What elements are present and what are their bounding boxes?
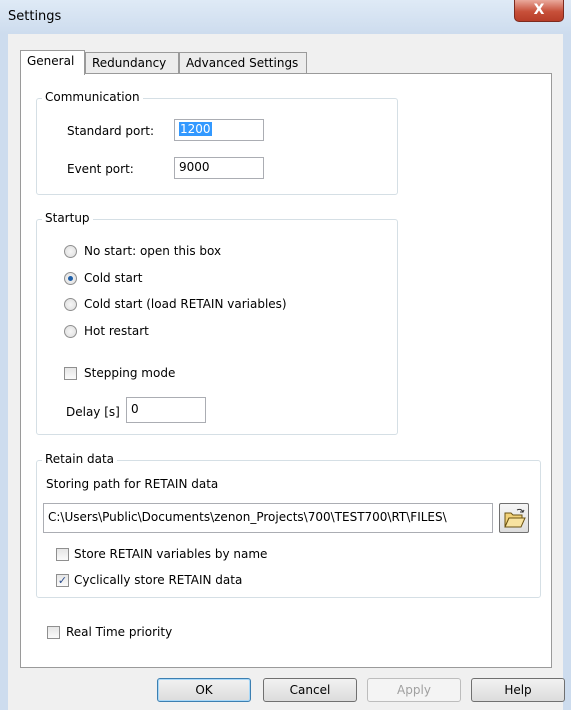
delay-input[interactable]: 0 — [126, 397, 206, 423]
stepping-mode-label: Stepping mode — [84, 366, 176, 380]
apply-button[interactable]: Apply — [367, 678, 461, 702]
startup-legend: Startup — [42, 211, 93, 225]
store-by-name-checkbox[interactable] — [56, 548, 69, 561]
folder-open-icon — [504, 508, 526, 528]
stepping-mode-checkbox[interactable] — [64, 367, 77, 380]
retain-path-label: Storing path for RETAIN data — [46, 477, 219, 491]
ok-button[interactable]: OK — [157, 678, 251, 702]
title-bar: Settings X — [0, 0, 571, 34]
window-frame-right — [563, 34, 571, 710]
cyclic-store-checkbox[interactable]: ✓ — [56, 574, 69, 587]
help-button[interactable]: Help — [471, 678, 565, 702]
cancel-button[interactable]: Cancel — [263, 678, 357, 702]
communication-legend: Communication — [42, 90, 143, 104]
realtime-priority-checkbox[interactable] — [47, 626, 60, 639]
communication-group — [36, 98, 398, 195]
tab-advanced-settings[interactable]: Advanced Settings — [179, 52, 307, 73]
store-by-name-label: Store RETAIN variables by name — [74, 547, 268, 561]
retain-path-input[interactable]: C:\Users\Public\Documents\zenon_Projects… — [43, 503, 493, 533]
radio-cold-start[interactable] — [64, 272, 77, 285]
browse-folder-button[interactable] — [499, 503, 529, 533]
radio-cold-start-retain[interactable] — [64, 298, 77, 311]
retain-data-legend: Retain data — [42, 452, 118, 466]
radio-cold-start-label: Cold start — [84, 271, 143, 285]
realtime-priority-label: Real Time priority — [66, 625, 173, 639]
window-title: Settings — [8, 9, 62, 24]
standard-port-label: Standard port: — [67, 124, 155, 138]
standard-port-value: 1200 — [179, 122, 212, 136]
standard-port-input[interactable]: 1200 — [174, 119, 264, 141]
close-button[interactable]: X — [514, 0, 564, 22]
delay-label: Delay [s] — [66, 405, 120, 419]
window-frame-left — [0, 34, 8, 710]
radio-cold-start-retain-label: Cold start (load RETAIN variables) — [84, 297, 287, 311]
tab-redundancy[interactable]: Redundancy — [85, 52, 179, 73]
radio-no-start-label: No start: open this box — [84, 244, 222, 258]
cyclic-store-label: Cyclically store RETAIN data — [74, 573, 243, 587]
event-port-label: Event port: — [67, 162, 134, 176]
event-port-input[interactable]: 9000 — [174, 157, 264, 179]
radio-no-start[interactable] — [64, 245, 77, 258]
radio-hot-restart[interactable] — [64, 325, 77, 338]
radio-hot-restart-label: Hot restart — [84, 324, 149, 338]
tab-general[interactable]: General — [20, 50, 85, 75]
